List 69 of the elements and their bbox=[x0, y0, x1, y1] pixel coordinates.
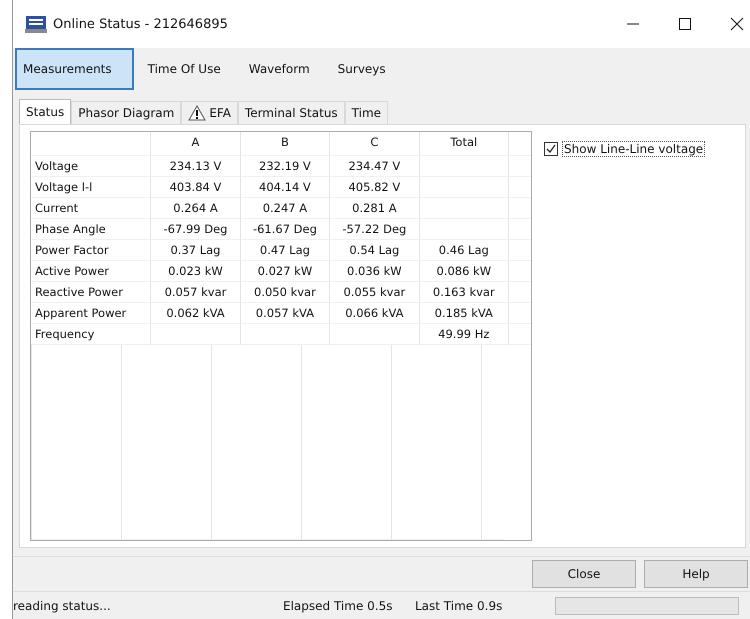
cell-value: 0.37 Lag bbox=[170, 243, 220, 257]
cell-value: 234.47 V bbox=[348, 159, 400, 173]
table-cell bbox=[508, 156, 532, 177]
row-label: Apparent Power bbox=[35, 306, 126, 320]
row-label: Current bbox=[35, 201, 78, 215]
tab[interactable]: Surveys bbox=[324, 48, 400, 90]
cell-value: 0.185 kVA bbox=[434, 306, 493, 320]
row-label: Power Factor bbox=[35, 243, 109, 257]
check-icon bbox=[546, 144, 556, 154]
tab[interactable]: Waveform bbox=[234, 48, 324, 90]
cell-value: 0.023 kW bbox=[168, 264, 223, 278]
checkbox[interactable] bbox=[544, 142, 558, 156]
cell-value: 0.050 kvar bbox=[254, 285, 316, 299]
cell-value: 405.82 V bbox=[348, 180, 400, 194]
cell-value: 0.062 kVA bbox=[166, 306, 225, 320]
row-label: Voltage l-l bbox=[35, 180, 92, 194]
elapsed-time: Elapsed Time 0.5s bbox=[282, 598, 394, 612]
dialog-button[interactable]: Close bbox=[532, 560, 636, 588]
cell-value: 0.47 Lag bbox=[260, 243, 310, 257]
cell-value: 0.46 Lag bbox=[438, 243, 489, 257]
cell-value: 0.066 kVA bbox=[345, 306, 404, 320]
cell-value: 0.057 kVA bbox=[256, 306, 314, 320]
last-time: Last Time 0.9s bbox=[414, 598, 504, 612]
column-header: Total bbox=[450, 135, 478, 149]
tab[interactable]: Status bbox=[19, 99, 72, 124]
table-cell bbox=[508, 219, 532, 240]
cell-value: 0.281 A bbox=[352, 201, 397, 215]
minimize-icon bbox=[626, 23, 640, 25]
status-message: reading status... bbox=[13, 598, 112, 612]
cell-value: 0.057 kvar bbox=[164, 285, 226, 299]
close-icon bbox=[730, 17, 744, 31]
tab[interactable]: Terminal Status bbox=[238, 101, 345, 124]
tab[interactable]: EFA bbox=[181, 101, 238, 124]
cell-value: 0.247 A bbox=[262, 201, 308, 215]
tab[interactable]: Time bbox=[344, 101, 388, 124]
cell-value: 49.99 Hz bbox=[438, 327, 490, 341]
cell-value: -61.67 Deg bbox=[252, 222, 317, 236]
maximize-icon bbox=[678, 17, 692, 31]
app-icon bbox=[25, 15, 47, 33]
column-header: B bbox=[280, 135, 289, 149]
tab[interactable]: Time Of Use bbox=[134, 48, 235, 90]
cell-value: -67.99 Deg bbox=[164, 222, 228, 236]
table-cell bbox=[508, 177, 532, 198]
row-label: Active Power bbox=[35, 264, 109, 278]
tab[interactable]: Measurements bbox=[15, 48, 134, 90]
dialog-button[interactable]: Help bbox=[644, 560, 748, 588]
cell-value: -57.22 Deg bbox=[342, 222, 406, 236]
warning-icon bbox=[188, 105, 206, 121]
cell-value: 0.086 kW bbox=[436, 264, 492, 278]
tab[interactable]: Phasor Diagram bbox=[71, 101, 182, 124]
row-label: Reactive Power bbox=[35, 285, 123, 299]
column-header: C bbox=[370, 135, 378, 149]
cell-value: 404.14 V bbox=[259, 180, 311, 194]
window-title: Online Status - 212646895 bbox=[53, 16, 228, 32]
cell-value: 0.163 kvar bbox=[432, 285, 495, 299]
table-cell bbox=[508, 198, 532, 219]
checkbox-label[interactable]: Show Line-Line voltage bbox=[562, 141, 706, 157]
cell-value: 0.027 kW bbox=[258, 264, 312, 278]
row-label: Phase Angle bbox=[35, 222, 106, 236]
cell-value: 232.19 V bbox=[259, 159, 311, 173]
cell-value: 0.055 kvar bbox=[343, 285, 406, 299]
row-label: Voltage bbox=[35, 159, 78, 173]
column-header: A bbox=[192, 135, 200, 149]
cell-value: 0.54 Lag bbox=[349, 243, 400, 257]
cell-value: 0.264 A bbox=[173, 201, 218, 215]
cell-value: 234.13 V bbox=[170, 159, 222, 173]
cell-value: 403.84 V bbox=[170, 180, 222, 194]
row-label: Frequency bbox=[35, 327, 94, 341]
cell-value: 0.036 kW bbox=[347, 264, 402, 278]
